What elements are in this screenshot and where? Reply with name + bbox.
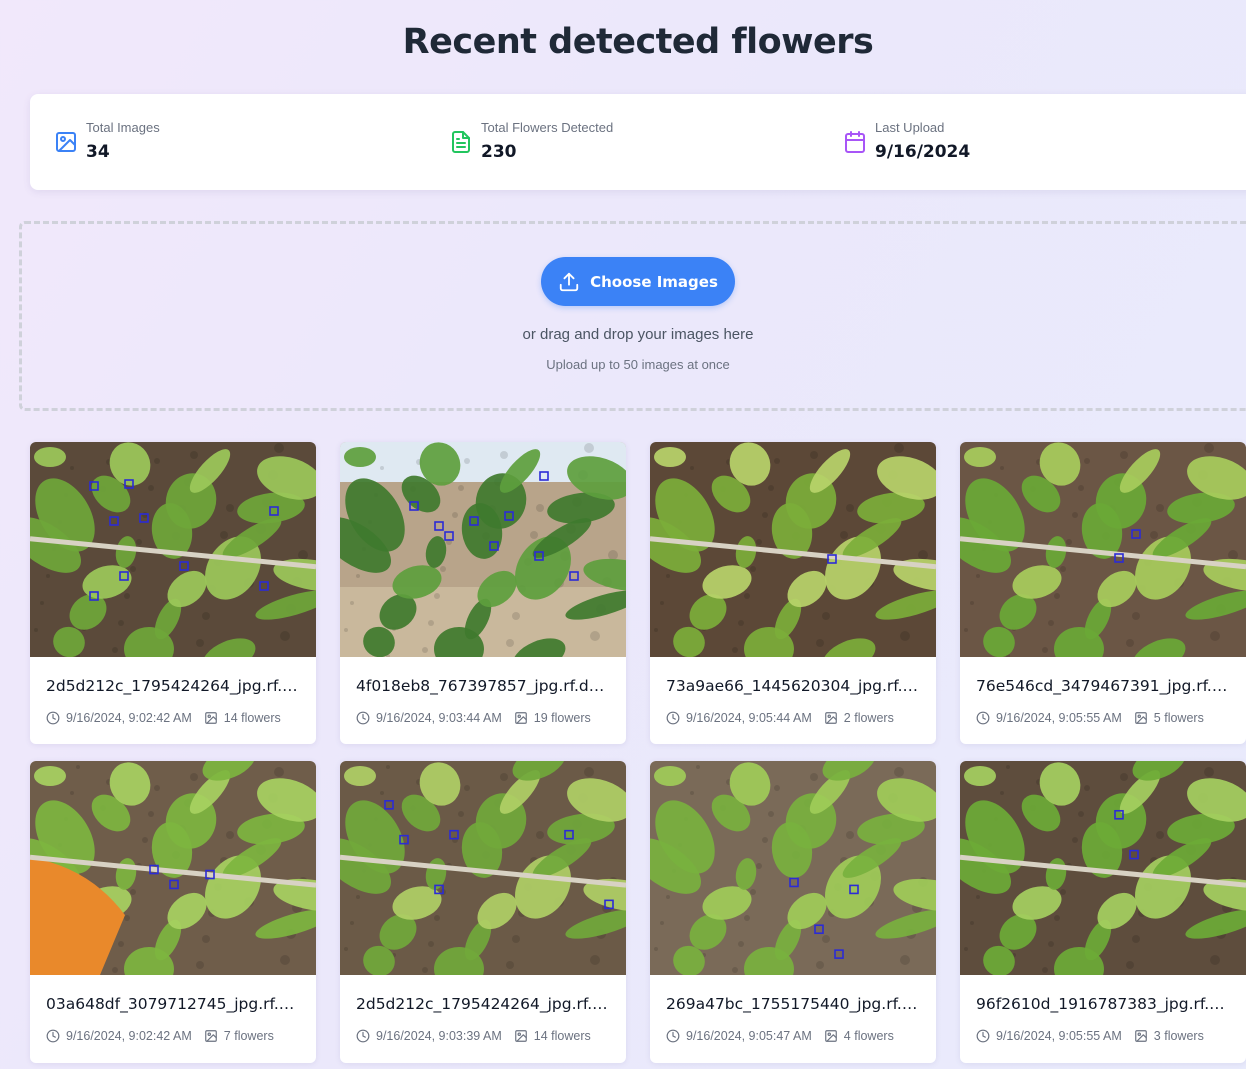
image-icon bbox=[514, 1030, 527, 1042]
flower-count: 14 flowers bbox=[533, 1029, 591, 1043]
image-filename: 76e546cd_3479467391_jpg.rf.… bbox=[976, 677, 1228, 695]
clock-icon bbox=[976, 711, 990, 725]
flower-detection-thumbnail[interactable] bbox=[30, 442, 316, 657]
stat-value: 9/16/2024 bbox=[875, 142, 971, 162]
upload-timestamp: 9/16/2024, 9:02:42 AM bbox=[66, 711, 192, 725]
drag-drop-hint: or drag and drop your images here bbox=[522, 326, 754, 343]
image-card[interactable]: 2d5d212c_1795424264_jpg.rf.… 9/16/2024, 9… bbox=[340, 761, 626, 1063]
image-card[interactable]: 4f018eb8_767397857_jpg.rf.d… 9/16/2024, 9… bbox=[340, 442, 626, 744]
image-filename: 03a648df_3079712745_jpg.rf.… bbox=[46, 995, 295, 1013]
image-filename: 73a9ae66_1445620304_jpg.rf.… bbox=[666, 677, 918, 695]
flower-detection-thumbnail[interactable] bbox=[650, 761, 936, 975]
image-filename: 269a47bc_1755175440_jpg.rf.… bbox=[666, 995, 918, 1013]
image-icon bbox=[824, 1030, 837, 1042]
page-title: Recent detected flowers bbox=[402, 22, 874, 62]
image-card[interactable]: 96f2610d_1916787383_jpg.rf.c… 9/16/2024, … bbox=[960, 761, 1246, 1063]
upload-dropzone[interactable] bbox=[19, 221, 1246, 411]
flower-count: 5 flowers bbox=[1153, 711, 1204, 725]
upload-timestamp: 9/16/2024, 9:02:42 AM bbox=[66, 1029, 192, 1043]
stat-label: Total Flowers Detected bbox=[481, 120, 614, 135]
image-meta: 9/16/2024, 9:02:42 AM 14 flowers bbox=[46, 711, 281, 725]
clock-icon bbox=[356, 711, 370, 725]
upload-timestamp: 9/16/2024, 9:05:55 AM bbox=[996, 711, 1122, 725]
stat-value: 230 bbox=[481, 142, 517, 162]
upload-timestamp: 9/16/2024, 9:03:39 AM bbox=[376, 1029, 502, 1043]
image-meta: 9/16/2024, 9:05:47 AM 4 flowers bbox=[666, 1029, 894, 1043]
stat-label: Total Images bbox=[86, 120, 160, 135]
image-icon bbox=[56, 132, 76, 152]
upload-timestamp: 9/16/2024, 9:05:47 AM bbox=[686, 1029, 812, 1043]
upload-limit-hint: Upload up to 50 images at once bbox=[546, 357, 730, 372]
flower-count: 3 flowers bbox=[1153, 1029, 1204, 1043]
flower-detection-thumbnail[interactable] bbox=[340, 761, 626, 975]
flower-detection-thumbnail[interactable] bbox=[30, 761, 316, 975]
image-meta: 9/16/2024, 9:02:42 AM 7 flowers bbox=[46, 1029, 274, 1043]
image-filename: 2d5d212c_1795424264_jpg.rf.… bbox=[46, 677, 298, 695]
image-meta: 9/16/2024, 9:05:44 AM 2 flowers bbox=[666, 711, 894, 725]
choose-images-button[interactable]: Choose Images bbox=[541, 257, 735, 306]
clock-icon bbox=[46, 711, 60, 725]
choose-images-label: Choose Images bbox=[590, 272, 718, 291]
image-card[interactable]: 2d5d212c_1795424264_jpg.rf.… 9/16/2024, 9… bbox=[30, 442, 316, 744]
image-icon bbox=[824, 712, 837, 724]
image-card[interactable]: 73a9ae66_1445620304_jpg.rf.… 9/16/2024, 9… bbox=[650, 442, 936, 744]
image-icon bbox=[1134, 1030, 1147, 1042]
document-icon bbox=[452, 131, 470, 153]
image-filename: 4f018eb8_767397857_jpg.rf.d… bbox=[356, 677, 605, 695]
image-meta: 9/16/2024, 9:03:44 AM 19 flowers bbox=[356, 711, 591, 725]
clock-icon bbox=[976, 1029, 990, 1043]
upload-icon bbox=[559, 272, 579, 291]
image-card[interactable]: 76e546cd_3479467391_jpg.rf.… 9/16/2024, 9… bbox=[960, 442, 1246, 744]
upload-timestamp: 9/16/2024, 9:05:55 AM bbox=[996, 1029, 1122, 1043]
clock-icon bbox=[46, 1029, 60, 1043]
stat-value: 34 bbox=[86, 142, 110, 162]
clock-icon bbox=[356, 1029, 370, 1043]
clock-icon bbox=[666, 711, 680, 725]
image-icon bbox=[514, 712, 527, 724]
image-filename: 96f2610d_1916787383_jpg.rf.c… bbox=[976, 995, 1232, 1013]
flower-count: 19 flowers bbox=[533, 711, 591, 725]
clock-icon bbox=[666, 1029, 680, 1043]
flower-count: 2 flowers bbox=[843, 711, 894, 725]
flower-detection-thumbnail[interactable] bbox=[650, 442, 936, 657]
image-icon bbox=[204, 712, 217, 724]
flower-count: 4 flowers bbox=[843, 1029, 894, 1043]
image-card[interactable]: 03a648df_3079712745_jpg.rf.… 9/16/2024, 9… bbox=[30, 761, 316, 1063]
upload-timestamp: 9/16/2024, 9:03:44 AM bbox=[376, 711, 502, 725]
image-card[interactable]: 269a47bc_1755175440_jpg.rf.… 9/16/2024, 9… bbox=[650, 761, 936, 1063]
image-meta: 9/16/2024, 9:03:39 AM 14 flowers bbox=[356, 1029, 591, 1043]
image-meta: 9/16/2024, 9:05:55 AM 3 flowers bbox=[976, 1029, 1204, 1043]
flower-count: 14 flowers bbox=[223, 711, 281, 725]
upload-timestamp: 9/16/2024, 9:05:44 AM bbox=[686, 711, 812, 725]
image-icon bbox=[1134, 712, 1147, 724]
stat-label: Last Upload bbox=[875, 120, 945, 135]
stats-panel: Total Images 34 Total Flowers Detected 2… bbox=[30, 94, 1246, 190]
flower-detection-thumbnail[interactable] bbox=[340, 442, 626, 657]
flower-detection-thumbnail[interactable] bbox=[960, 761, 1246, 975]
flower-count: 7 flowers bbox=[223, 1029, 274, 1043]
flower-detection-thumbnail[interactable] bbox=[960, 442, 1246, 657]
image-meta: 9/16/2024, 9:05:55 AM 5 flowers bbox=[976, 711, 1204, 725]
image-icon bbox=[204, 1030, 217, 1042]
calendar-icon bbox=[845, 131, 865, 153]
image-filename: 2d5d212c_1795424264_jpg.rf.… bbox=[356, 995, 608, 1013]
